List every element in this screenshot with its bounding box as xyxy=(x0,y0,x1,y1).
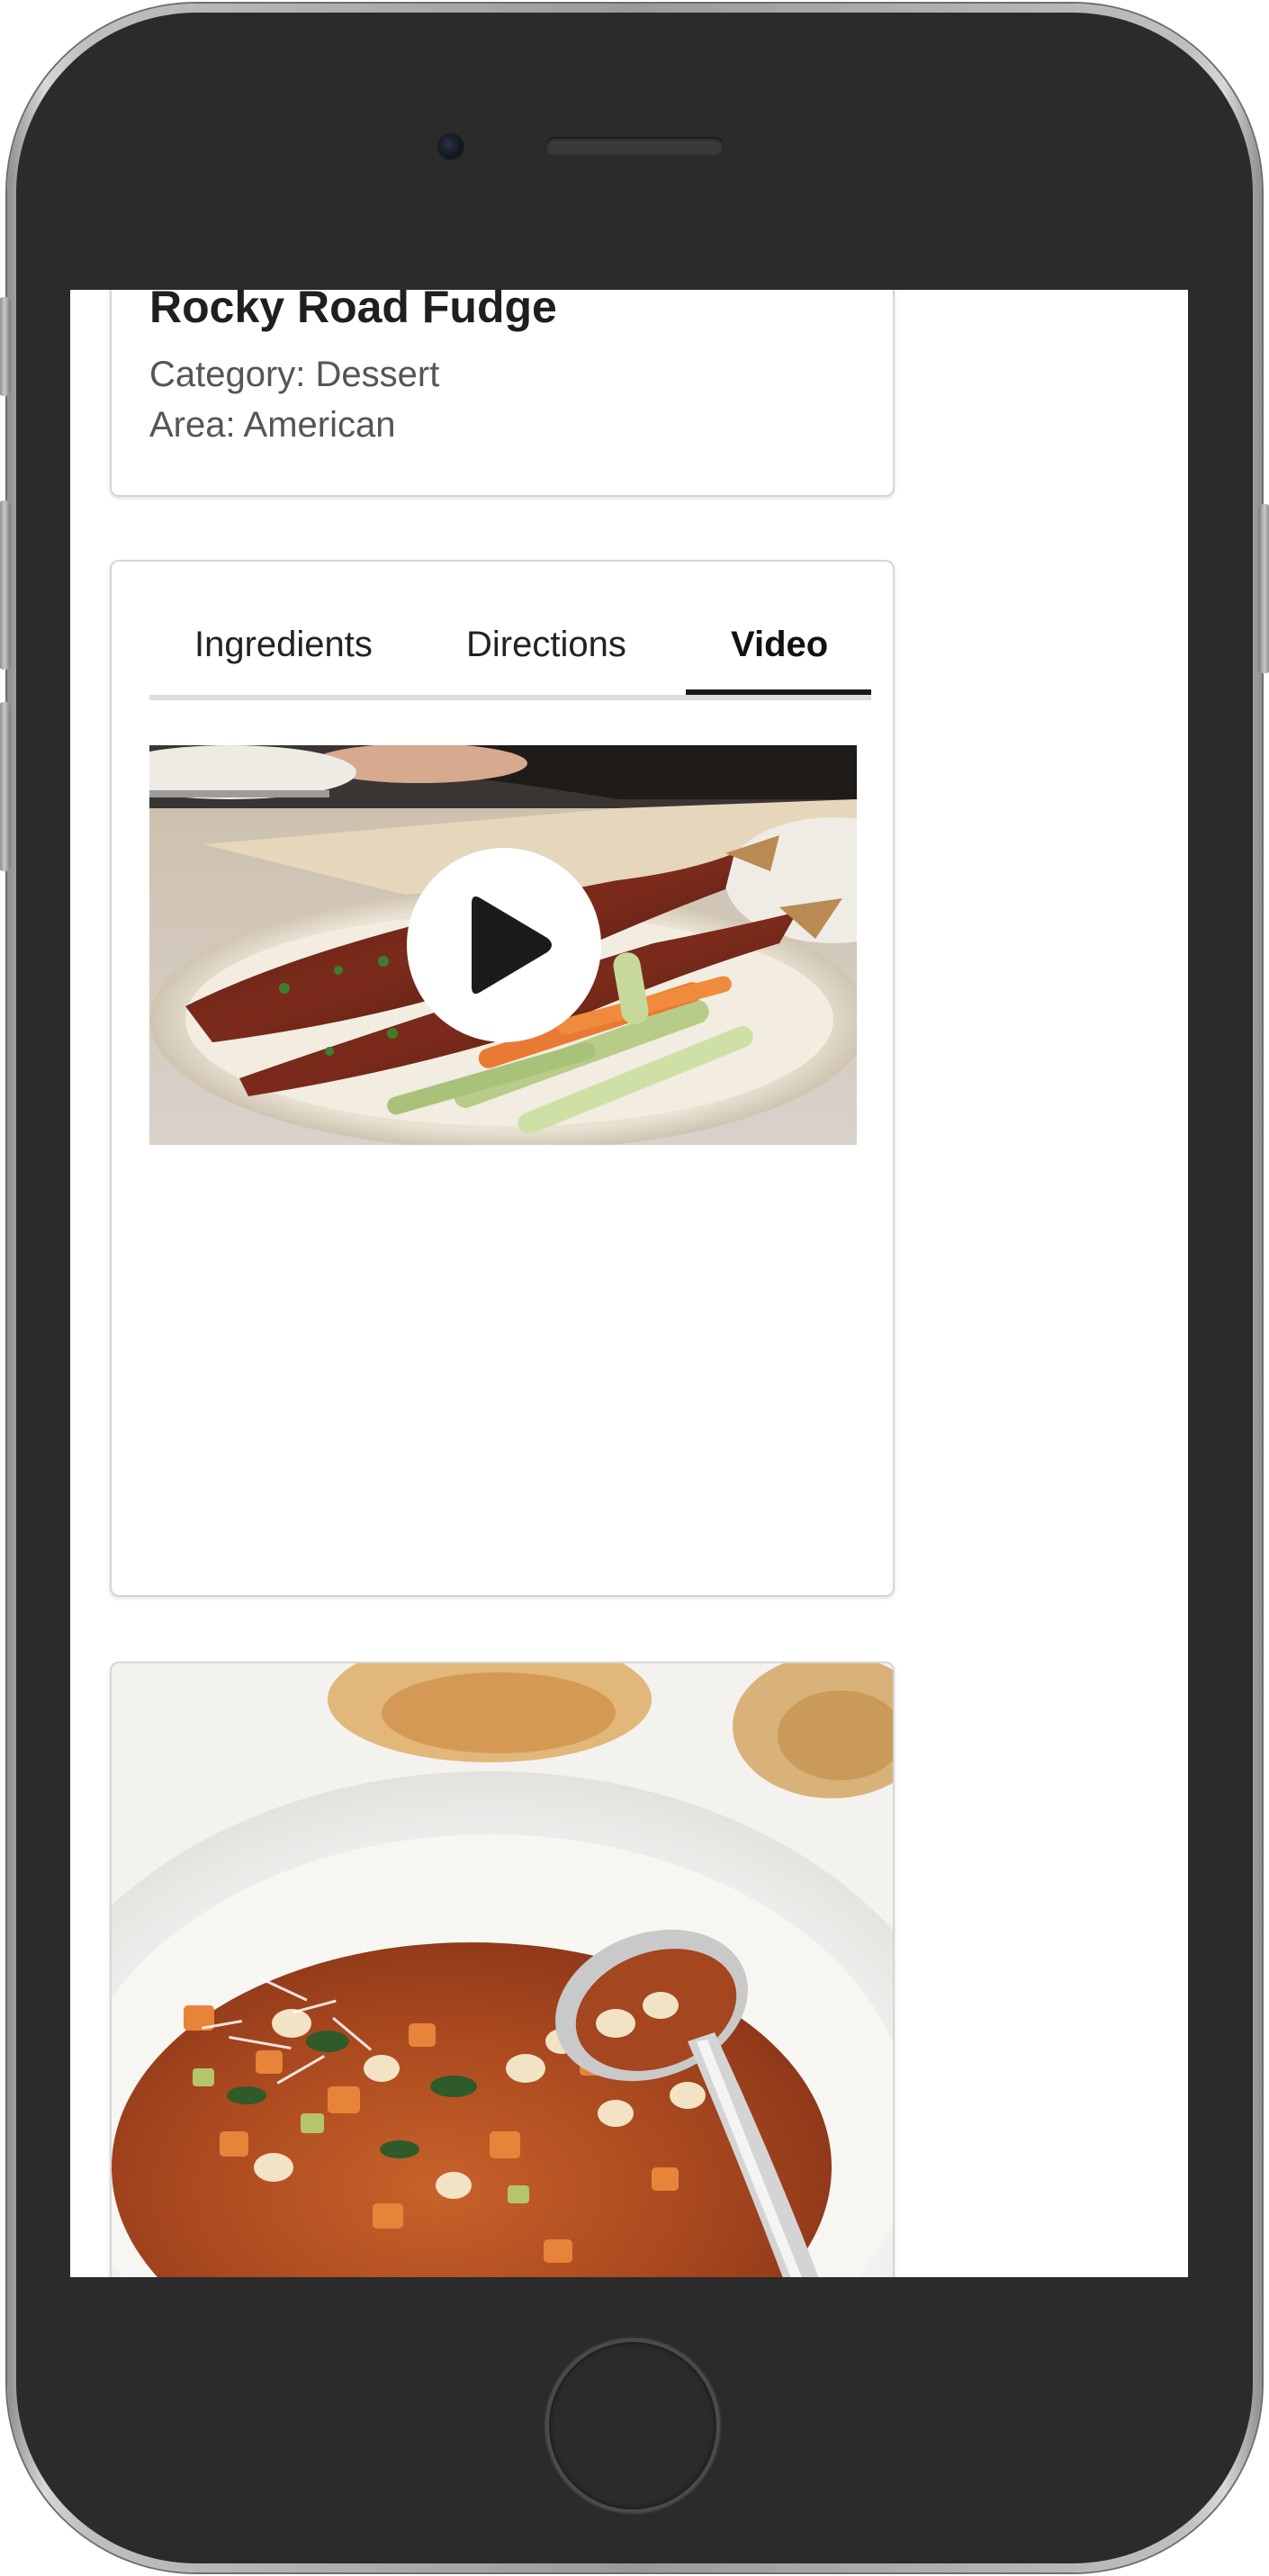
tab-directions[interactable]: Directions xyxy=(466,625,626,665)
tab-bar: Ingredients Directions Video xyxy=(149,614,871,700)
volume-up-button xyxy=(0,500,11,670)
video-thumbnail[interactable] xyxy=(149,745,857,1145)
front-camera xyxy=(437,133,464,160)
recipe-info-card: Rocky Road Fudge Category: Dessert Area:… xyxy=(110,290,895,497)
earpiece-speaker xyxy=(545,137,724,155)
play-icon xyxy=(472,896,552,994)
home-button[interactable] xyxy=(545,2338,720,2513)
recipe-category: Category: Dessert xyxy=(149,355,440,394)
recipe-area: Area: American xyxy=(149,405,396,445)
recipe-tabs-card: Ingredients Directions Video xyxy=(110,560,895,1597)
phone-screen: Rocky Road Fudge Category: Dessert Area:… xyxy=(70,290,1188,2277)
volume-down-button xyxy=(0,702,11,871)
power-button xyxy=(1258,504,1269,673)
tab-video[interactable]: Video xyxy=(731,625,828,665)
active-tab-indicator xyxy=(686,689,871,695)
mute-switch xyxy=(0,297,11,396)
vegetable-bean-soup-bowl-image xyxy=(112,1663,893,2277)
recipe-card-image[interactable] xyxy=(110,1662,895,2277)
tab-ingredients[interactable]: Ingredients xyxy=(194,625,373,665)
recipe-title: Rocky Road Fudge xyxy=(149,290,557,332)
play-button[interactable] xyxy=(407,848,601,1042)
